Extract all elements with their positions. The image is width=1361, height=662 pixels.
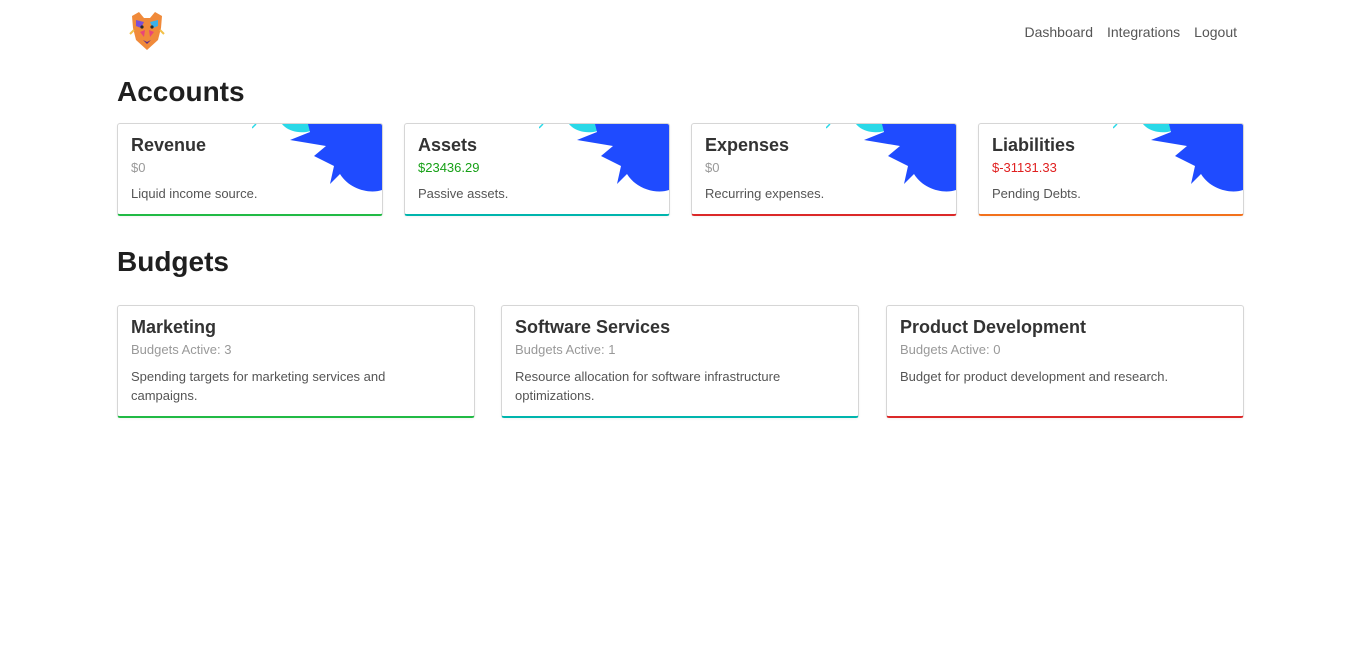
budget-card-software-services[interactable]: Software Services Budgets Active: 1 Resour…: [501, 305, 859, 418]
budget-card-product-development[interactable]: Product Development Budgets Active: 0 Budg…: [886, 305, 1244, 418]
account-card-title: Assets: [418, 135, 478, 155]
account-card-expenses[interactable]: Expenses $0 Recurring expenses.: [691, 123, 957, 216]
account-card-value: $23436.29: [418, 160, 480, 175]
nav-integrations-link[interactable]: Integrations: [1107, 22, 1180, 42]
budget-card-title: Software Services: [515, 317, 671, 337]
budget-card-marketing[interactable]: Marketing Budgets Active: 3 Spending targe…: [117, 305, 475, 418]
account-card-value: $-31131.33: [992, 160, 1057, 175]
budget-card-description: Resource allocation for software infrast…: [515, 369, 781, 403]
account-card-description: Passive assets.: [418, 186, 509, 201]
account-card-title: Expenses: [705, 135, 790, 155]
app-page: Dashboard Integrations Logout Accounts R…: [0, 0, 1361, 662]
nav-dashboard-link[interactable]: Dashboard: [1025, 22, 1094, 42]
account-card-value: $0: [705, 160, 720, 175]
leaf-decoration-icon: [1113, 124, 1243, 192]
top-nav: Dashboard Integrations Logout: [1025, 22, 1238, 42]
accounts-heading: Accounts: [117, 76, 245, 107]
budget-card-active-count: Budgets Active: 0: [900, 342, 1001, 357]
nav-logout-link[interactable]: Logout: [1194, 22, 1237, 42]
tiger-logo-icon[interactable]: [128, 10, 166, 52]
budget-card-description: Budget for product development and resea…: [900, 369, 1169, 384]
budget-card-title: Product Development: [900, 317, 1087, 337]
account-card-liabilities[interactable]: Liabilities $-31131.33 Pending Debts.: [978, 123, 1244, 216]
account-card-title: Revenue: [131, 135, 207, 155]
budget-card-active-count: Budgets Active: 3: [131, 342, 232, 357]
account-card-revenue[interactable]: Revenue $0 Liquid income source.: [117, 123, 383, 216]
leaf-decoration-icon: [539, 124, 669, 192]
leaf-decoration-icon: [252, 124, 382, 192]
budget-card-description: Spending targets for marketing services …: [131, 369, 386, 403]
account-card-assets[interactable]: Assets $23436.29 Passive assets.: [404, 123, 670, 216]
budget-card-title: Marketing: [131, 317, 217, 337]
account-card-title: Liabilities: [992, 135, 1076, 155]
account-card-description: Liquid income source.: [131, 186, 258, 201]
leaf-decoration-icon: [826, 124, 956, 192]
budget-card-active-count: Budgets Active: 1: [515, 342, 616, 357]
budgets-heading: Budgets: [117, 246, 229, 277]
account-card-description: Recurring expenses.: [705, 186, 825, 201]
account-card-value: $0: [131, 160, 146, 175]
account-card-description: Pending Debts.: [992, 186, 1081, 201]
